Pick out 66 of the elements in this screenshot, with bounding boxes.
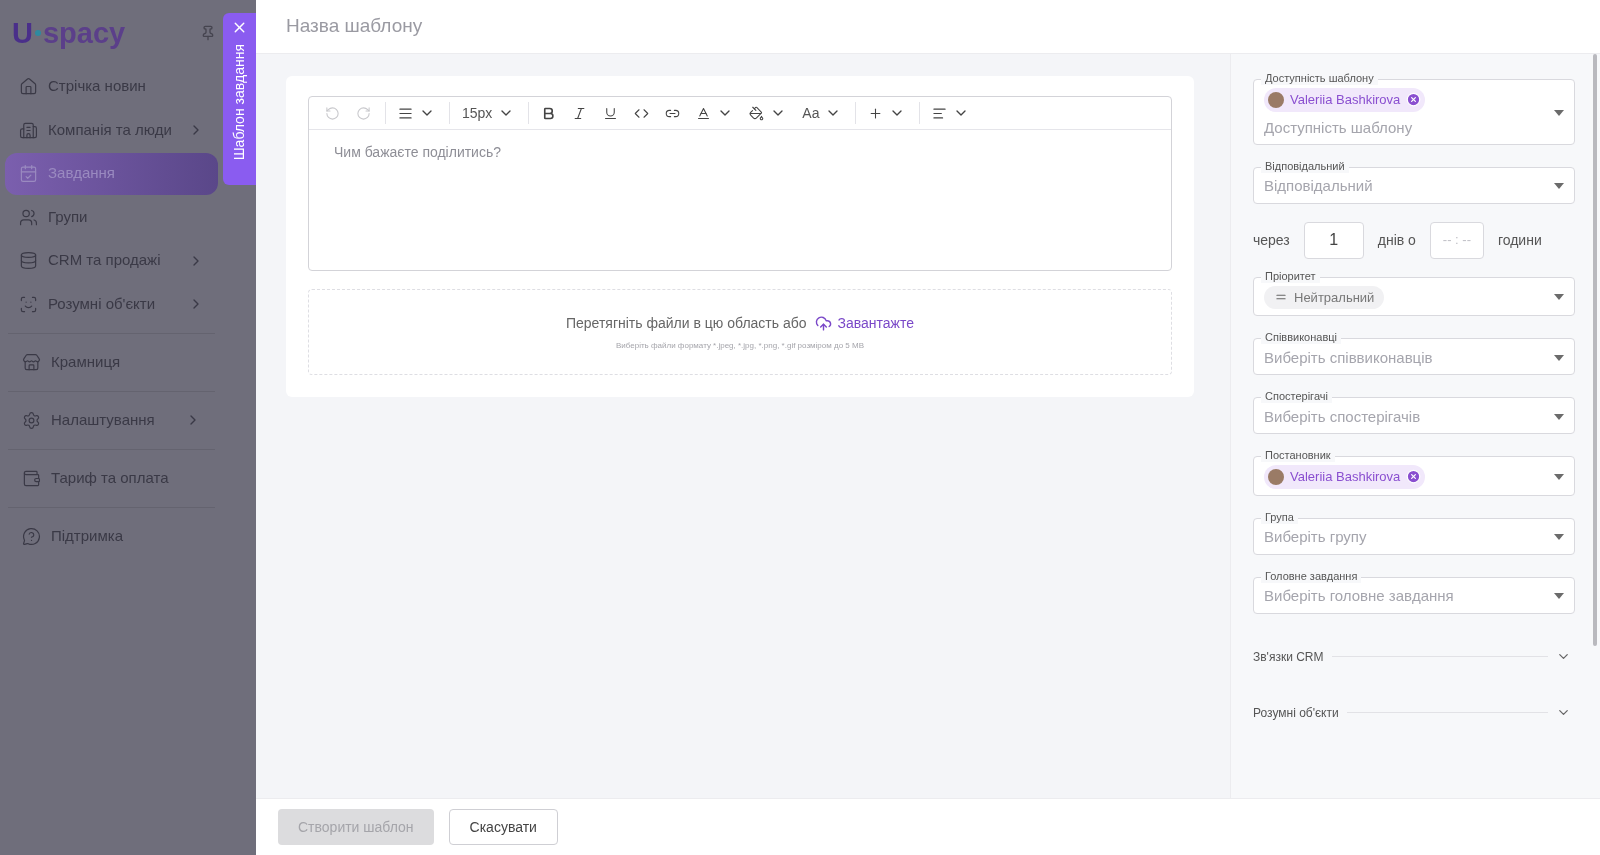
format-icon bbox=[749, 105, 765, 121]
scrollbar[interactable] bbox=[1593, 54, 1597, 646]
text-editor[interactable]: 15px Aa Чим бажаєте поділитись? bbox=[308, 96, 1172, 271]
user-name: Valeriia Bashkirova bbox=[1290, 468, 1401, 486]
menu-icon bbox=[19, 164, 38, 183]
menu-icon bbox=[22, 468, 41, 488]
user-name: Valeriia Bashkirova bbox=[1290, 91, 1401, 109]
dropdown-caret-icon bbox=[1554, 183, 1564, 189]
select-placeholder: Виберіть спостерігачів bbox=[1264, 406, 1421, 427]
priority-chip: Нейтральний bbox=[1264, 285, 1385, 309]
remove-icon[interactable] bbox=[1406, 469, 1422, 485]
cancel-button[interactable]: Скасувати bbox=[448, 809, 558, 845]
format-icon bbox=[541, 105, 557, 121]
field-label: Співвиконавці bbox=[1261, 330, 1341, 344]
schedule-text: днів о bbox=[1377, 230, 1416, 250]
menu-icon bbox=[22, 526, 41, 546]
select-placeholder: Відповідальний bbox=[1264, 176, 1373, 196]
schedule-text: години bbox=[1497, 230, 1542, 250]
days-input[interactable]: 1 bbox=[1303, 221, 1364, 259]
format-icon bbox=[932, 105, 948, 121]
toolbar-button[interactable]: Aa bbox=[794, 102, 850, 124]
format-icon bbox=[603, 105, 619, 121]
title-input[interactable]: Назва шаблону bbox=[286, 12, 886, 41]
format-icon bbox=[325, 105, 340, 121]
dropdown-caret-icon bbox=[1554, 473, 1564, 480]
select-placeholder: Виберіть співвиконавців bbox=[1264, 347, 1433, 368]
upload-text: Перетягніть файли в цю область або bbox=[565, 313, 807, 333]
format-icon bbox=[868, 105, 884, 121]
section-toggle[interactable]: Зв'язки CRM bbox=[1253, 647, 1575, 666]
menu-icon bbox=[19, 294, 38, 314]
dropdown-caret-icon bbox=[1554, 294, 1564, 301]
drawer-tab[interactable]: Шаблон завдання bbox=[223, 13, 256, 185]
menu-icon bbox=[19, 251, 38, 270]
select-placeholder: Виберіть групу bbox=[1264, 527, 1367, 547]
menu-icon bbox=[19, 120, 38, 140]
remove-icon[interactable] bbox=[1406, 92, 1422, 108]
menu-icon bbox=[19, 77, 38, 96]
format-icon bbox=[356, 105, 371, 121]
menu-icon bbox=[22, 352, 41, 372]
field-label: Постановник bbox=[1261, 448, 1335, 462]
editor-placeholder: Чим бажаєте поділитись? bbox=[334, 144, 501, 160]
section-toggle[interactable]: Розумні об'єкти bbox=[1253, 703, 1575, 722]
schedule-text: через bbox=[1253, 230, 1290, 250]
sidebar-item[interactable]: Завдання bbox=[5, 152, 218, 195]
upload-hint: Виберіть файли формату *.jpeg, *.jpg, *.png, *.gif розміром до 5 MB bbox=[616, 339, 864, 352]
upload-link[interactable]: Завантажте bbox=[814, 312, 915, 334]
dropdown-caret-icon bbox=[1554, 593, 1564, 599]
avatar-icon bbox=[1268, 468, 1284, 485]
select-placeholder: Виберіть головне завдання bbox=[1264, 586, 1454, 606]
select-placeholder: Доступність шаблону bbox=[1264, 117, 1414, 138]
dropdown-caret-icon bbox=[1554, 354, 1564, 361]
upload-dropzone[interactable]: Перетягніть файли в цю область або Завантажте Виберіть файли формату *.jpeg, *.jpg, *.png, *.gif розміром до 5 MB bbox=[308, 289, 1172, 375]
format-icon bbox=[398, 105, 413, 121]
toolbar-button[interactable]: 15px bbox=[449, 102, 523, 124]
field-label: Спостерігачі bbox=[1261, 389, 1332, 403]
format-icon bbox=[696, 105, 712, 121]
avatar-icon bbox=[1268, 91, 1284, 108]
field-label: Доступність шаблону bbox=[1261, 71, 1378, 85]
menu-icon bbox=[19, 207, 38, 227]
dropdown-caret-icon bbox=[1554, 413, 1564, 420]
time-input[interactable]: -- : -- bbox=[1429, 221, 1484, 259]
menu-icon bbox=[22, 410, 41, 430]
dropdown-caret-icon bbox=[1554, 109, 1564, 116]
dropdown-caret-icon bbox=[1554, 534, 1564, 540]
upload-icon bbox=[814, 314, 832, 332]
format-icon bbox=[572, 105, 588, 121]
